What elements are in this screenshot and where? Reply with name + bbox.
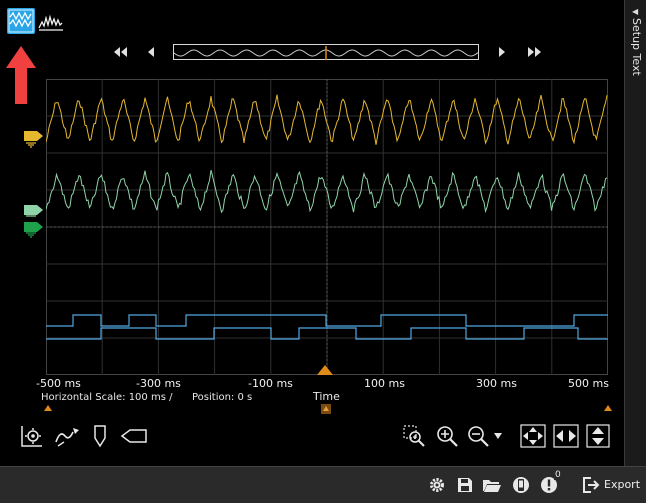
step-back-icon[interactable]	[146, 46, 156, 58]
zoom-out-icon[interactable]	[467, 425, 489, 447]
save-icon[interactable]	[456, 476, 474, 494]
settings-gear-icon[interactable]	[428, 476, 446, 494]
channel2-ground-marker[interactable]	[22, 220, 46, 238]
autoscale-horizontal-icon[interactable]	[553, 424, 579, 448]
right-edge-marker-icon	[604, 405, 612, 411]
graticule[interactable]	[46, 79, 608, 375]
marker-pen-icon[interactable]	[92, 424, 108, 448]
export-icon[interactable]	[582, 476, 600, 494]
up-arrow-annotation-icon	[4, 44, 38, 106]
zoom-in-icon[interactable]	[436, 425, 458, 447]
left-edge-marker-icon	[44, 405, 52, 411]
notification-count-badge: 0	[554, 470, 562, 480]
bottom-action-bar: 0	[0, 466, 646, 503]
expand-time-axis-icon[interactable]	[321, 404, 331, 414]
device-icon[interactable]	[512, 476, 530, 494]
time-axis-label: Time	[313, 390, 340, 403]
time-tick-label: -500 ms	[36, 377, 81, 390]
open-folder-icon[interactable]	[482, 476, 502, 494]
channel2-offset-marker[interactable]	[22, 204, 46, 218]
waveform-overview-navigator[interactable]	[173, 44, 479, 60]
forward-fast-icon[interactable]	[527, 46, 543, 58]
time-tick-label: 300 ms	[476, 377, 517, 390]
autoscale-vertical-icon[interactable]	[586, 424, 610, 448]
trigger-position-marker[interactable]	[316, 364, 334, 376]
collapse-panel-icon[interactable]: ◀	[632, 7, 638, 16]
eraser-icon[interactable]	[120, 428, 148, 444]
zoom-region-icon[interactable]	[403, 425, 425, 447]
spectrum-view-icon[interactable]	[38, 8, 64, 34]
export-button[interactable]: Export	[604, 478, 640, 491]
overview-wave	[173, 46, 479, 60]
time-tick-label: 500 ms	[568, 377, 609, 390]
setup-panel[interactable]: ◀ Setup Text	[624, 0, 646, 466]
waveform-view-icon[interactable]	[7, 8, 35, 34]
step-forward-icon[interactable]	[497, 46, 507, 58]
rewind-fast-icon[interactable]	[112, 46, 128, 58]
time-tick-label: -300 ms	[136, 377, 181, 390]
scope-display: -500 ms -300 ms -100 ms 100 ms 300 ms 50…	[0, 0, 624, 466]
time-tick-label: -100 ms	[248, 377, 293, 390]
time-tick-label: 100 ms	[364, 377, 405, 390]
zoom-options-dropdown-icon[interactable]	[494, 433, 502, 439]
channel1-offset-marker[interactable]	[22, 128, 46, 148]
horizontal-scale-readout: Horizontal Scale: 100 ms /	[41, 392, 173, 403]
setup-panel-label[interactable]: Setup Text	[626, 18, 646, 76]
autoscale-all-icon[interactable]	[520, 424, 546, 448]
chart-settings-icon[interactable]	[20, 424, 44, 448]
position-readout: Position: 0 s	[192, 392, 253, 403]
measure-tool-icon[interactable]	[54, 424, 80, 448]
